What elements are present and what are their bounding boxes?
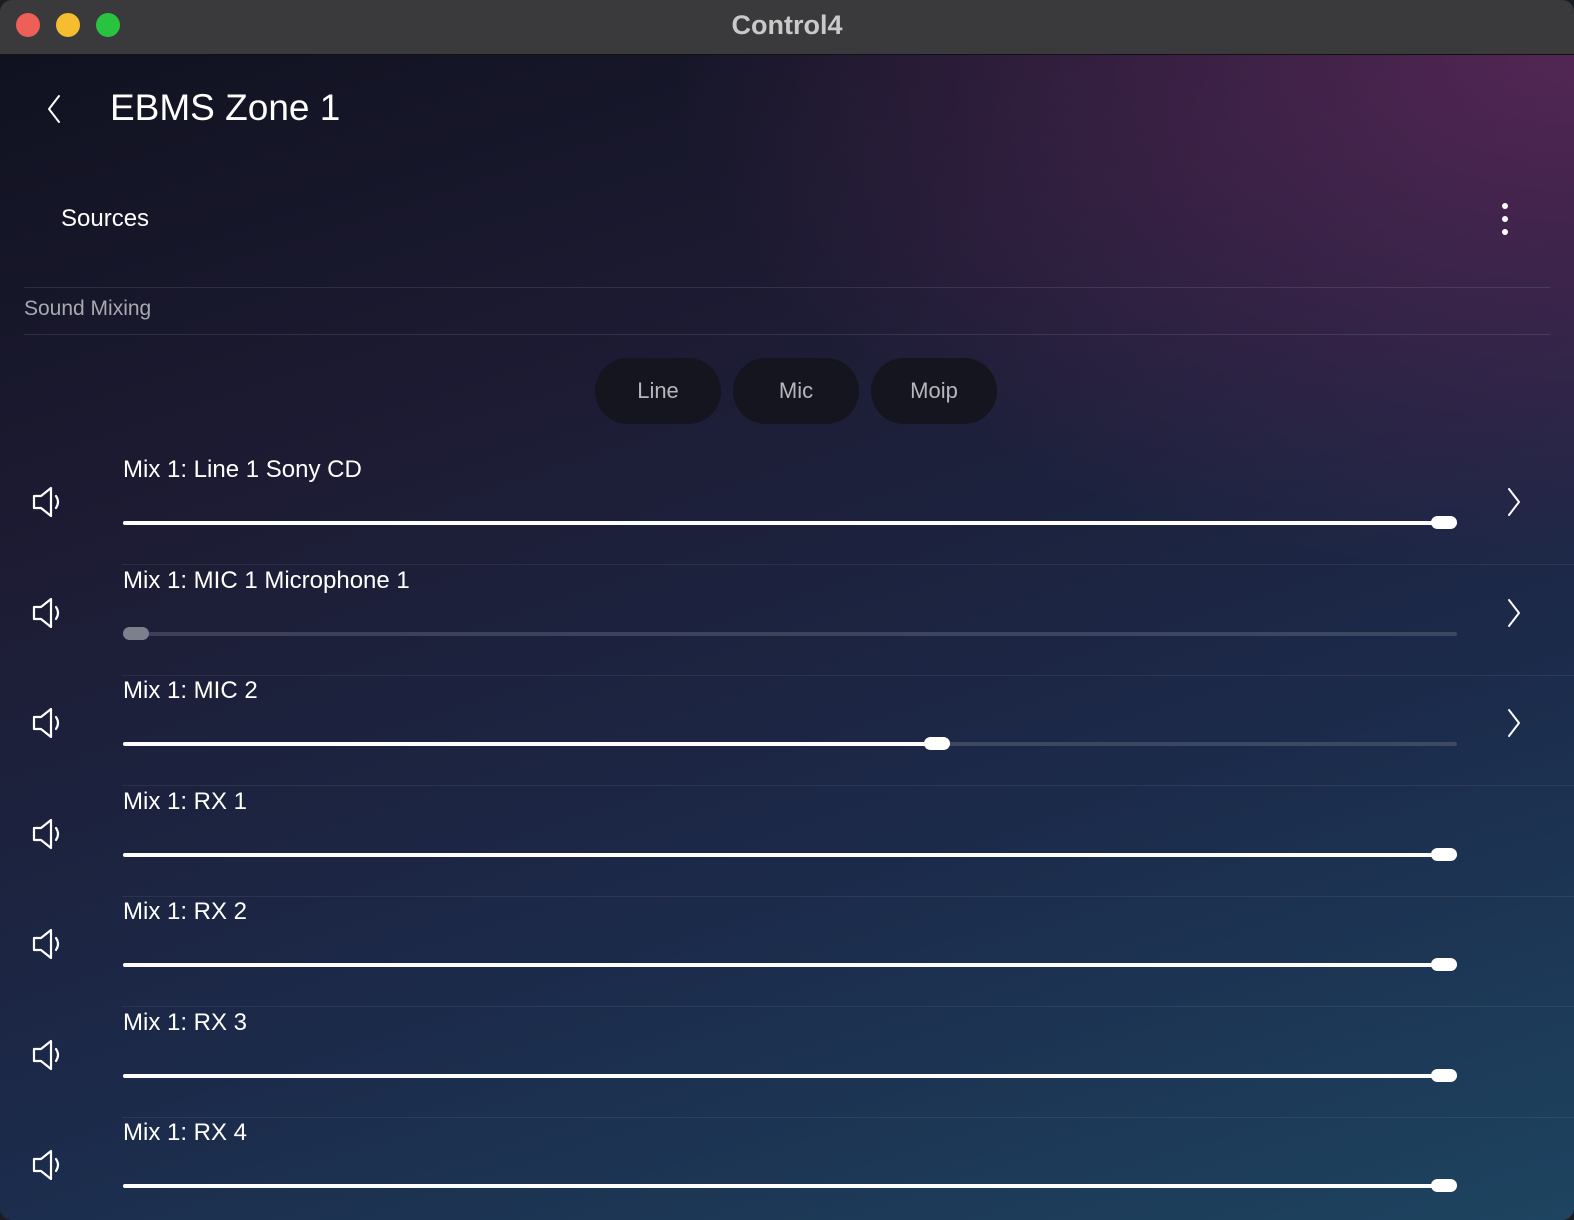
volume-slider[interactable] [123,626,1457,640]
chevron-right-icon [1508,709,1520,737]
volume-slider[interactable] [123,737,1457,750]
mute-button[interactable] [30,704,64,742]
mix-row: Mix 1: MIC 1 Microphone 1 [0,566,1574,676]
volume-slider[interactable] [123,847,1457,861]
tab-moip[interactable]: Moip [871,358,997,424]
tab-mic[interactable]: Mic [733,358,859,424]
mute-button[interactable] [30,1036,64,1074]
mute-button[interactable] [30,925,64,963]
mix-row: Mix 1: RX 1 [0,787,1574,897]
main-content: EBMS Zone 1 Sources Sound Mixing Line Mi… [0,55,1574,1220]
speaker-icon [32,486,60,518]
divider [24,287,1550,288]
speaker-icon [32,597,60,628]
mute-button[interactable] [30,483,64,521]
chevron-right-icon [1508,598,1520,627]
volume-slider-thumb[interactable] [1431,847,1457,861]
app-window: Control4 EBMS Zone 1 Sources Sound Mixin… [0,0,1574,1220]
mix-row: Mix 1: MIC 2 [0,676,1574,786]
volume-slider[interactable] [123,1068,1457,1082]
volume-slider-thumb[interactable] [123,626,149,640]
sources-link[interactable]: Sources [61,205,149,233]
mute-button[interactable] [30,815,64,853]
volume-slider-thumb[interactable] [1431,1179,1457,1192]
volume-slider-fill [123,742,951,746]
mix-label: Mix 1: RX 1 [123,787,248,815]
mix-details-button[interactable] [1502,482,1526,522]
mix-label: Mix 1: RX 4 [123,1119,248,1146]
speaker-icon [32,1039,60,1070]
volume-slider[interactable] [123,958,1457,971]
mix-details-button[interactable] [1502,593,1526,633]
mix-details-button[interactable] [1502,703,1526,743]
mix-row: Mix 1: Line 1 Sony CD [0,455,1574,565]
mix-label: Mix 1: Line 1 Sony CD [123,456,362,483]
volume-slider[interactable] [123,516,1457,529]
volume-slider-thumb[interactable] [1431,516,1457,529]
speaker-icon [32,1149,60,1181]
volume-slider-fill [123,1073,1457,1078]
volume-slider-fill [123,963,1457,967]
volume-slider-fill [123,1184,1457,1188]
mix-row: Mix 1: RX 4 [0,1118,1574,1220]
mix-label: Mix 1: RX 3 [123,1008,248,1036]
more-options-button[interactable] [1490,200,1520,240]
chevron-left-icon [48,95,60,123]
mute-button[interactable] [30,594,64,632]
section-label: Sound Mixing [24,297,152,320]
volume-slider-thumb[interactable] [1431,958,1457,971]
volume-slider-fill [123,521,1457,525]
volume-slider-thumb[interactable] [924,737,951,750]
title-bar: Control4 [0,0,1574,55]
chevron-right-icon [1508,488,1520,516]
mix-row: Mix 1: RX 2 [0,897,1574,1007]
speaker-icon [32,707,60,739]
divider [24,334,1550,335]
volume-slider[interactable] [123,1179,1457,1192]
tab-line[interactable]: Line [595,358,721,424]
volume-slider-fill [123,852,1457,857]
back-button[interactable] [40,89,70,129]
page-title: EBMS Zone 1 [110,87,341,128]
mix-label: Mix 1: RX 2 [123,898,248,925]
mix-label: Mix 1: MIC 1 Microphone 1 [123,566,410,594]
mix-row: Mix 1: RX 3 [0,1008,1574,1118]
speaker-icon [32,928,60,960]
window-title: Control4 [731,10,843,40]
volume-slider-thumb[interactable] [1431,1068,1457,1082]
mute-button[interactable] [30,1146,64,1184]
mix-label: Mix 1: MIC 2 [123,677,258,704]
speaker-icon [32,818,60,849]
